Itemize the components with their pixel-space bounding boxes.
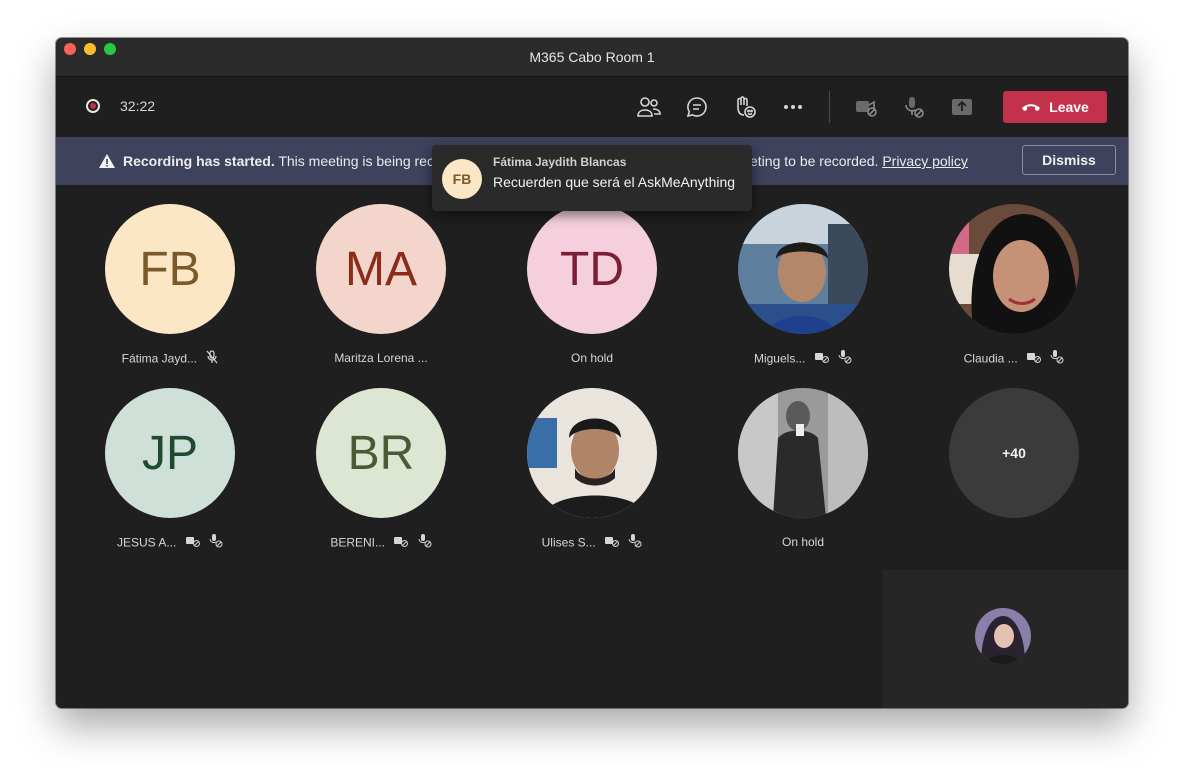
avatar: JP (105, 388, 235, 518)
self-view-photo (975, 608, 1031, 664)
share-content-button[interactable] (946, 91, 978, 123)
participant-photo (738, 204, 868, 334)
participant-tile[interactable]: Claudia ... (924, 185, 1104, 366)
teams-meeting-window: M365 Cabo Room 1 32:22 Leave Recording h… (56, 38, 1128, 708)
participant-name: Fátima Jayd... (121, 351, 197, 366)
recording-banner-text: Recording has started. This meeting is b… (123, 153, 434, 169)
participant-photo (949, 204, 1079, 334)
camera-off-icon (814, 351, 829, 366)
leave-button[interactable]: Leave (1003, 91, 1107, 123)
recording-banner-title: Recording has started. (123, 153, 275, 169)
participant-caption: Claudia ... (924, 350, 1104, 367)
chat-icon (686, 97, 707, 118)
camera-toggle-button[interactable] (850, 91, 882, 123)
window-title: M365 Cabo Room 1 (529, 49, 655, 65)
participant-name: Miguels... (753, 351, 806, 366)
mic-off-icon (628, 534, 642, 551)
participant-gallery: FB Fátima Jayd... MA Maritza Lorena ... … (56, 185, 1128, 708)
camera-off-icon (605, 535, 619, 550)
chat-button[interactable] (681, 91, 713, 123)
dismiss-button[interactable]: Dismiss (1022, 145, 1116, 175)
participant-tile[interactable]: JP JESUS A... (80, 369, 260, 550)
avatar: BR (316, 388, 446, 518)
avatar: TD (527, 204, 657, 334)
camera-off-icon (1027, 351, 1042, 366)
reactions-button[interactable] (729, 91, 761, 123)
mic-off-icon (418, 534, 432, 551)
mic-toggle-button[interactable] (898, 91, 930, 123)
mic-off-icon (905, 97, 924, 118)
leave-label: Leave (1049, 99, 1089, 115)
participant-caption: On hold (502, 350, 682, 365)
privacy-policy-link[interactable]: Privacy policy (882, 153, 968, 169)
mic-off-icon (838, 350, 852, 367)
recording-banner-message-tail: eting to be recorded. (750, 153, 879, 169)
camera-off-icon (185, 535, 200, 550)
warning-icon (99, 154, 115, 168)
chat-notification[interactable]: FB Fátima Jaydith Blancas Recuerden que … (432, 145, 752, 211)
more-icon (784, 105, 802, 109)
participant-tile[interactable]: On hold (713, 369, 893, 549)
mic-off-icon (209, 534, 223, 551)
people-icon (637, 97, 661, 117)
participant-caption: BERENI... (291, 534, 471, 551)
participant-tile[interactable]: FB Fátima Jayd... (80, 185, 260, 366)
more-participants-tile[interactable]: +40 (924, 369, 1104, 539)
participant-status: On hold (570, 350, 614, 365)
more-actions-button[interactable] (777, 91, 809, 123)
notification-sender: Fátima Jaydith Blancas (493, 155, 627, 169)
meeting-toolbar: 32:22 Leave (56, 77, 1128, 137)
toolbar-divider (829, 91, 830, 123)
participant-caption: Ulises S... (502, 534, 682, 551)
participant-name: Claudia ... (963, 351, 1018, 366)
participant-caption: Fátima Jayd... (80, 350, 260, 367)
recording-indicator-icon (86, 99, 100, 113)
overflow-count-badge[interactable]: +40 (949, 388, 1079, 518)
participant-name: BERENI... (330, 535, 385, 550)
participant-name: Ulises S... (541, 535, 596, 550)
reactions-icon (737, 96, 756, 118)
camera-off-icon (856, 100, 877, 117)
participant-name: JESUS A... (116, 535, 177, 550)
recording-banner-message-end: eting to be recorded. Privacy policy (750, 153, 968, 169)
participant-photo (527, 388, 657, 518)
participant-caption: On hold (713, 534, 893, 549)
avatar: FB (105, 204, 235, 334)
participant-tile[interactable]: Ulises S... (502, 369, 682, 550)
participant-caption: Miguels... (713, 350, 893, 367)
avatar: MA (316, 204, 446, 334)
meeting-timer: 32:22 (120, 98, 156, 114)
title-bar: M365 Cabo Room 1 (56, 38, 1128, 77)
hang-up-icon (1022, 104, 1041, 111)
mic-off-icon (1050, 350, 1064, 367)
participant-name: Maritza Lorena ... (334, 350, 428, 365)
participant-caption: Maritza Lorena ... (291, 350, 471, 365)
recording-banner-message: This meeting is being rec (278, 153, 434, 169)
camera-off-icon (394, 535, 409, 550)
participant-photo (738, 388, 868, 518)
participants-button[interactable] (633, 91, 665, 123)
notification-message: Recuerden que será el AskMeAnything (493, 174, 736, 190)
muted-mic-icon (206, 350, 218, 367)
participant-tile[interactable]: BR BERENI... (291, 369, 471, 550)
self-view[interactable] (882, 570, 1128, 708)
participant-caption: JESUS A... (80, 534, 260, 551)
participant-status: On hold (781, 534, 825, 549)
share-icon (952, 99, 972, 115)
avatar: FB (442, 159, 482, 199)
